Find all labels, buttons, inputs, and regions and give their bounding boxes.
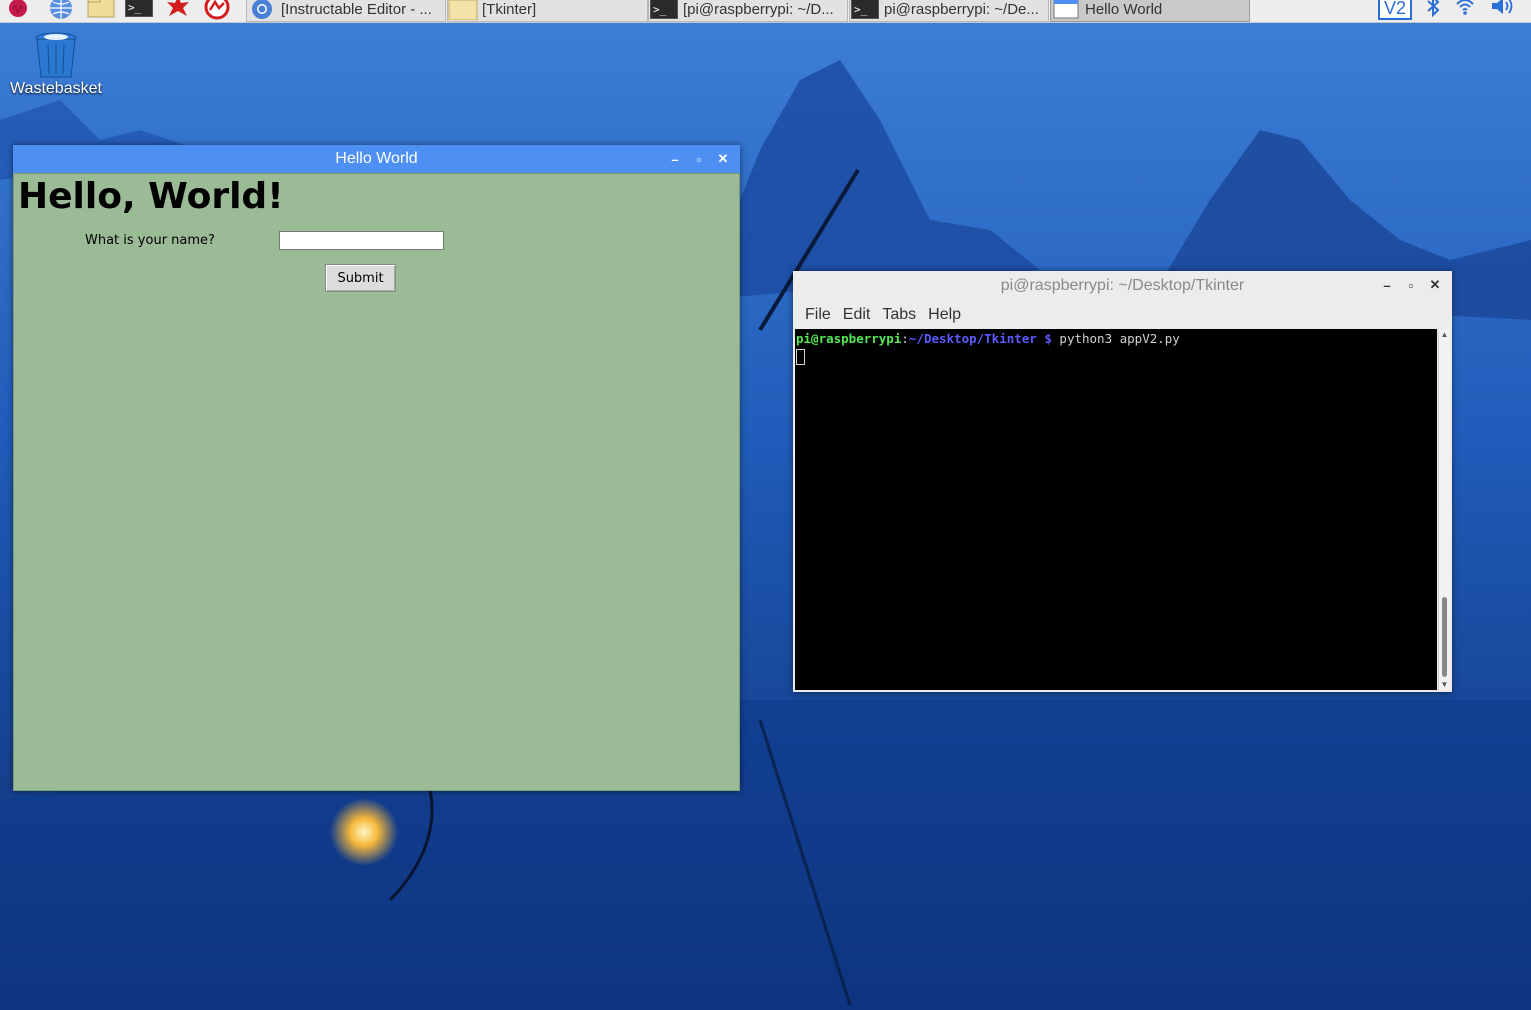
task-label: [Tkinter]: [482, 0, 537, 18]
terminal-window: pi@raspberrypi: ~/Desktop/Tkinter – ▫ ✕ …: [793, 271, 1452, 692]
vnc-icon[interactable]: V2: [1378, 0, 1412, 20]
volume-icon[interactable]: [1490, 0, 1516, 21]
terminal-menubar: File Edit Tabs Help: [793, 301, 1452, 329]
bluetooth-icon[interactable]: [1426, 0, 1440, 22]
close-icon[interactable]: ✕: [1426, 276, 1444, 294]
maximize-icon[interactable]: ▫: [1402, 276, 1420, 294]
menu-edit[interactable]: Edit: [837, 306, 877, 324]
menu-tabs[interactable]: Tabs: [876, 306, 922, 324]
name-label: What is your name?: [85, 233, 215, 248]
terminal-scrollbar[interactable]: ▲ ▼: [1438, 329, 1450, 690]
terminal-icon[interactable]: >_: [124, 0, 154, 20]
task-label: pi@raspberrypi: ~/De...: [884, 0, 1039, 18]
mathematica-icon[interactable]: [163, 0, 193, 20]
file-manager-icon[interactable]: [86, 0, 116, 20]
minimize-icon[interactable]: –: [1378, 276, 1396, 294]
prompt-path: ~/Desktop/Tkinter $: [908, 331, 1052, 346]
terminal-icon: >_: [850, 0, 880, 20]
task-terminal-2[interactable]: >_ pi@raspberrypi: ~/De...: [849, 0, 1049, 22]
task-label: Hello World: [1085, 0, 1163, 18]
taskbar: >_ [Instructable Editor - ... [Tkinter] …: [0, 0, 1531, 23]
vnc-label: V2: [1383, 0, 1407, 18]
menu-file[interactable]: File: [799, 306, 837, 324]
task-label: [pi@raspberrypi: ~/D...: [683, 0, 834, 18]
terminal-line: pi@raspberrypi:~/Desktop/Tkinter $ pytho…: [796, 331, 1437, 346]
wastebasket-icon: [6, 30, 106, 80]
name-input[interactable]: [279, 231, 444, 250]
task-label: [Instructable Editor - ...: [281, 0, 432, 18]
terminal-icon: >_: [649, 0, 679, 20]
web-browser-icon[interactable]: [46, 0, 76, 20]
hello-heading: Hello, World!: [18, 176, 284, 217]
minimize-icon[interactable]: –: [666, 150, 684, 168]
wolfram-icon[interactable]: [202, 0, 232, 20]
folder-icon: [448, 0, 478, 20]
menu-help[interactable]: Help: [922, 306, 967, 324]
window-title: pi@raspberrypi: ~/Desktop/Tkinter: [1000, 277, 1245, 294]
terminal-command: python3 appV2.py: [1051, 331, 1180, 346]
scroll-down-icon[interactable]: ▼: [1439, 679, 1450, 690]
maximize-icon[interactable]: ▫: [690, 150, 708, 168]
scroll-up-icon[interactable]: ▲: [1439, 329, 1450, 340]
hello-world-window: Hello World – ▫ ✕ Hello, World! What is …: [13, 145, 740, 791]
window-title: Hello World: [335, 150, 418, 167]
prompt-user: pi@raspberrypi: [796, 331, 902, 346]
raspberry-menu-icon[interactable]: [3, 0, 33, 20]
hello-window-content: Hello, World! What is your name? Submit: [13, 173, 740, 791]
system-tray: V2: [1378, 0, 1516, 20]
desktop-icon-label: Wastebasket: [10, 80, 102, 97]
prompt-separator: :: [901, 331, 909, 346]
window-titlebar[interactable]: Hello World – ▫ ✕: [13, 145, 740, 173]
task-hello-world[interactable]: Hello World: [1050, 0, 1250, 22]
window-titlebar[interactable]: pi@raspberrypi: ~/Desktop/Tkinter – ▫ ✕: [793, 271, 1452, 301]
task-tkinter-folder[interactable]: [Tkinter]: [447, 0, 648, 22]
terminal-cursor: [796, 349, 805, 365]
scroll-thumb[interactable]: [1442, 597, 1447, 677]
chromium-icon: [247, 0, 277, 20]
window-icon: [1051, 0, 1081, 20]
close-icon[interactable]: ✕: [714, 150, 732, 168]
terminal-output[interactable]: pi@raspberrypi:~/Desktop/Tkinter $ pytho…: [795, 329, 1437, 690]
desktop-icon-wastebasket[interactable]: Wastebasket: [6, 30, 106, 98]
task-instructable-editor[interactable]: [Instructable Editor - ...: [246, 0, 446, 22]
task-terminal-1[interactable]: >_ [pi@raspberrypi: ~/D...: [648, 0, 848, 22]
wifi-icon[interactable]: [1454, 0, 1476, 21]
submit-button[interactable]: Submit: [325, 264, 396, 292]
